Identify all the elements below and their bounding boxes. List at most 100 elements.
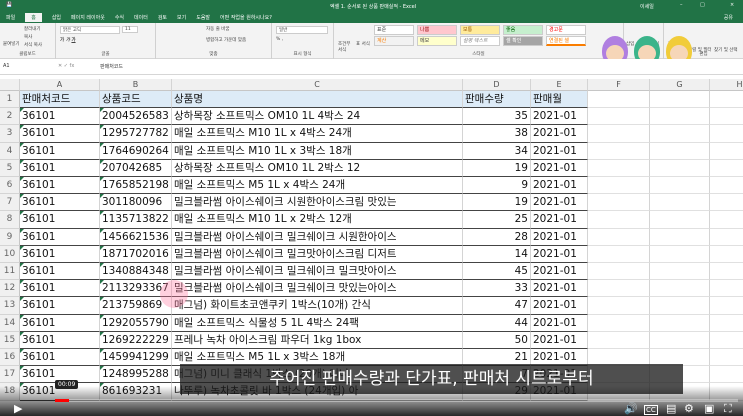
column-header[interactable]: G xyxy=(650,79,710,91)
table-cell[interactable]: 2021-01 xyxy=(531,142,588,160)
table-cell[interactable]: 19 xyxy=(463,159,531,177)
table-cell[interactable]: 2021-01 xyxy=(531,314,588,332)
table-cell[interactable]: 36101 xyxy=(20,125,100,143)
table-cell[interactable] xyxy=(588,108,650,126)
table-cell[interactable]: 밀크블라썸 아이스쉐이크 밀크쉐이크 시원한아이스 xyxy=(172,228,463,246)
table-cell[interactable] xyxy=(650,108,710,126)
close-button[interactable]: × xyxy=(730,2,734,8)
table-cell[interactable] xyxy=(650,245,710,263)
table-cell[interactable]: 36101 xyxy=(20,314,100,332)
table-cell[interactable]: 2021-01 xyxy=(531,177,588,195)
table-cell[interactable]: 1764690264 xyxy=(100,142,172,160)
user-name[interactable]: 이세일 xyxy=(640,3,654,10)
header-cell[interactable]: 판매수량 xyxy=(463,91,531,109)
volume-icon[interactable]: 🔊 xyxy=(624,402,638,415)
table-cell[interactable]: 36101 xyxy=(20,280,100,298)
table-cell[interactable] xyxy=(588,159,650,177)
table-cell[interactable]: 47 xyxy=(463,297,531,315)
table-cell[interactable]: 1765852198 xyxy=(100,177,172,195)
settings-icon[interactable]: ⚙ xyxy=(684,402,694,415)
table-cell[interactable] xyxy=(710,349,743,367)
table-cell[interactable] xyxy=(588,245,650,263)
row-header[interactable]: 16 xyxy=(0,349,20,367)
table-cell[interactable] xyxy=(710,297,743,315)
table-cell[interactable] xyxy=(588,280,650,298)
table-cell[interactable]: 1292055790 xyxy=(100,314,172,332)
table-cell[interactable] xyxy=(710,108,743,126)
bold-button[interactable]: 가 가 가 xyxy=(60,37,76,43)
table-cell[interactable] xyxy=(588,228,650,246)
paste-button[interactable]: 붙여넣기 xyxy=(3,41,20,47)
table-cell[interactable] xyxy=(650,194,710,212)
table-cell[interactable]: 50 xyxy=(463,331,531,349)
header-cell[interactable]: 상품코드 xyxy=(100,91,172,109)
table-cell[interactable] xyxy=(588,142,650,160)
column-header[interactable]: D xyxy=(463,79,531,91)
fullscreen-icon[interactable]: ⛶ xyxy=(724,402,732,416)
miniplayer-icon[interactable]: ▣ xyxy=(704,402,714,415)
table-cell[interactable]: 1340884348 xyxy=(100,263,172,281)
row-header[interactable]: 11 xyxy=(0,263,20,281)
table-cell[interactable]: 매그넘) 화이트초코앤쿠키 1박스(10개) 간식 xyxy=(172,297,463,315)
table-cell[interactable]: 매일 소프트믹스 M10 1L x 2박스 12개 xyxy=(172,211,463,229)
tab-review[interactable]: 검토 xyxy=(158,14,167,21)
table-cell[interactable]: 36101 xyxy=(20,159,100,177)
table-cell[interactable]: 36101 xyxy=(20,263,100,281)
column-header[interactable]: B xyxy=(100,79,172,91)
table-cell[interactable]: 36101 xyxy=(20,297,100,315)
table-cell[interactable] xyxy=(650,177,710,195)
style-linked-cell[interactable]: 연결된 셀 xyxy=(546,36,586,46)
table-cell[interactable]: 매일 소프트믹스 M10 1L x 4박스 24개 xyxy=(172,125,463,143)
table-cell[interactable] xyxy=(588,297,650,315)
table-cell[interactable]: 1456621536 xyxy=(100,228,172,246)
captions-icon[interactable]: CC xyxy=(644,405,658,415)
row-header[interactable]: 17 xyxy=(0,366,20,384)
percent-button[interactable]: % , xyxy=(276,37,283,42)
table-cell[interactable] xyxy=(710,194,743,212)
column-header[interactable]: H xyxy=(710,79,743,91)
table-cell[interactable]: 2021-01 xyxy=(531,228,588,246)
merge-center-button[interactable]: 병합하고 가운데 맞춤 xyxy=(206,37,246,43)
table-cell[interactable] xyxy=(650,280,710,298)
table-cell[interactable]: 매일 소프트믹스 M10 1L x 3박스 18개 xyxy=(172,142,463,160)
table-cell[interactable]: 1135713822 xyxy=(100,211,172,229)
table-cell[interactable]: 45 xyxy=(463,263,531,281)
table-cell[interactable] xyxy=(710,229,743,246)
table-cell[interactable] xyxy=(710,366,743,384)
table-cell[interactable]: 2004526583 xyxy=(100,108,172,126)
table-cell[interactable] xyxy=(650,331,710,349)
column-header[interactable]: C xyxy=(172,79,463,91)
format-painter-button[interactable]: 서식 복사 xyxy=(24,42,42,48)
table-cell[interactable]: 밀크블라썸 아이스쉐이크 밀크맛아이스크림 디저트 xyxy=(172,245,463,263)
table-cell[interactable] xyxy=(650,228,710,246)
row-header[interactable]: 7 xyxy=(0,194,20,212)
table-cell[interactable]: 1871702016 xyxy=(100,245,172,263)
style-good[interactable]: 좋음 xyxy=(503,25,543,35)
save-icon[interactable]: 💾 xyxy=(6,2,12,8)
maximize-button[interactable]: □ xyxy=(700,2,705,8)
table-cell[interactable]: 매일 소프트믹스 M5 1L x 4박스 24개 xyxy=(172,177,463,195)
style-calculation[interactable]: 계산 xyxy=(374,36,414,46)
transcript-icon[interactable]: ▤ xyxy=(666,402,676,415)
table-cell[interactable]: 28 xyxy=(463,228,531,246)
row-header[interactable]: 3 xyxy=(0,125,20,143)
table-cell[interactable]: 2021-01 xyxy=(531,245,588,263)
number-format-select[interactable]: 일반 xyxy=(276,26,328,34)
table-cell[interactable] xyxy=(588,263,650,281)
style-explanatory[interactable]: 설명 텍스트 xyxy=(460,36,500,46)
table-cell[interactable]: 2021-01 xyxy=(531,159,588,177)
table-cell[interactable] xyxy=(588,331,650,349)
table-cell[interactable]: 301180096 xyxy=(100,194,172,212)
table-cell[interactable] xyxy=(710,280,743,298)
cut-button[interactable]: 잘라내기 xyxy=(24,26,41,32)
table-cell[interactable] xyxy=(710,315,743,332)
table-cell[interactable]: 36101 xyxy=(20,211,100,229)
table-cell[interactable]: 36101 xyxy=(20,194,100,212)
table-cell[interactable] xyxy=(588,125,650,143)
table-cell[interactable]: 25 xyxy=(463,211,531,229)
style-check-cell[interactable]: 셀 확인 xyxy=(503,36,543,46)
style-neutral[interactable]: 보통 xyxy=(460,25,500,35)
table-cell[interactable] xyxy=(650,125,710,143)
style-bad[interactable]: 나쁨 xyxy=(417,25,457,35)
tab-file[interactable]: 파일 xyxy=(6,14,15,21)
